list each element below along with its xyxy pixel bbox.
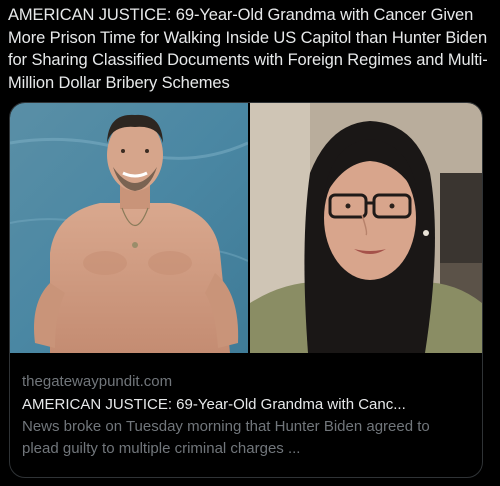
card-domain[interactable]: thegatewaypundit.com (22, 372, 470, 392)
card-media[interactable] (10, 103, 482, 353)
pool-photo-image (10, 103, 248, 353)
card-title[interactable]: AMERICAN JUSTICE: 69-Year-Old Grandma wi… (22, 394, 470, 416)
post-text: AMERICAN JUSTICE: 69-Year-Old Grandma wi… (8, 6, 488, 92)
card-image-right[interactable] (250, 103, 482, 353)
card-image-left[interactable] (10, 103, 248, 353)
card-description: News broke on Tuesday morning that Hunte… (22, 418, 430, 457)
woman-photo-image (250, 103, 482, 353)
card-info[interactable]: thegatewaypundit.com AMERICAN JUSTICE: 6… (10, 354, 482, 477)
link-preview-card[interactable]: thegatewaypundit.com AMERICAN JUSTICE: 6… (9, 102, 483, 478)
